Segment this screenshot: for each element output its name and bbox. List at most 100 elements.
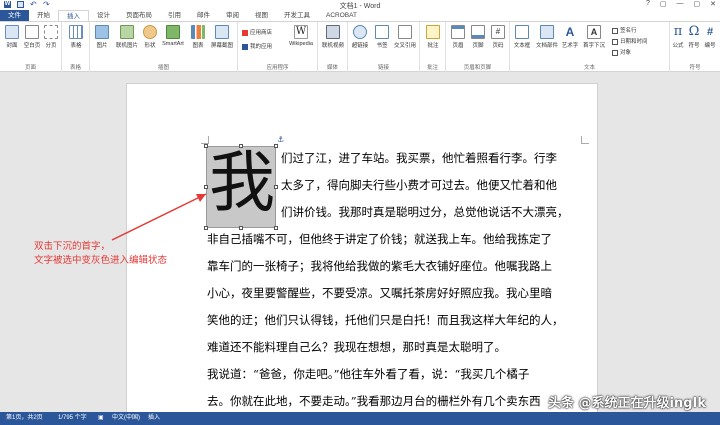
bookmark-button[interactable]: 书签 xyxy=(372,25,392,49)
signature-icon xyxy=(612,27,618,34)
tab-design[interactable]: 设计 xyxy=(89,10,118,21)
footer-icon xyxy=(471,25,485,39)
cover-page-button[interactable]: 封面 xyxy=(2,25,22,49)
video-icon xyxy=(326,25,340,39)
shapes-icon xyxy=(143,25,157,39)
object-button[interactable]: 对象 xyxy=(612,48,631,56)
drop-cap-button[interactable]: A 首字下沉 xyxy=(582,25,606,49)
equation-button[interactable]: π 公式 xyxy=(670,24,686,50)
textbox-button[interactable]: 文本框 xyxy=(512,25,532,49)
comment-button[interactable]: 批注 xyxy=(423,25,443,49)
page-number-icon: # xyxy=(491,25,505,39)
tab-mailings[interactable]: 邮件 xyxy=(189,10,218,21)
document-canvas[interactable]: 我 ⚓ 们过了江，进了车站。我买票，他忙着照看行李。行李 太多了，得向脚夫行些小… xyxy=(0,72,720,423)
group-tables: 表格 表格 xyxy=(62,22,90,72)
group-symbols: π 公式 Ω 符号 # 编号 符号 xyxy=(670,22,720,72)
signature-line-button[interactable]: 签名行 xyxy=(612,26,637,34)
group-comments: 批注 批注 xyxy=(420,22,446,72)
window-controls: ? ▢ — ▢ ✕ xyxy=(646,0,716,8)
tab-review[interactable]: 审阅 xyxy=(218,10,247,21)
quick-parts-icon xyxy=(540,25,554,39)
tab-references[interactable]: 引用 xyxy=(160,10,189,21)
tab-layout[interactable]: 页面布局 xyxy=(118,10,160,21)
pi-icon: π xyxy=(673,24,683,39)
wikipedia-icon: W xyxy=(294,25,308,39)
quick-parts-button[interactable]: 文档部件 xyxy=(534,25,560,49)
wordart-button[interactable]: A 艺术字 xyxy=(560,25,580,49)
cross-reference-icon xyxy=(398,25,412,39)
tab-view[interactable]: 视图 xyxy=(247,10,276,21)
annotation-line-2: 文字被选中变灰色进入编辑状态 xyxy=(34,255,168,266)
group-text: 文本框 文档部件 A 艺术字 A 首字下沉 签名行 日期和时间 对象 文本 xyxy=(510,22,670,72)
annotation-note: 双击下沉的首字， 文字被选中变灰色进入编辑状态 xyxy=(34,240,167,268)
picture-button[interactable]: 图片 xyxy=(92,25,112,49)
tab-insert[interactable]: 插入 xyxy=(58,10,89,21)
watermark: 头条 @系统正在升级ingIk xyxy=(547,396,706,411)
table-icon xyxy=(69,25,83,39)
omega-icon: Ω xyxy=(688,24,700,39)
help-button[interactable]: ? xyxy=(646,0,650,8)
proofing-icon[interactable]: ▣ xyxy=(98,412,104,425)
bookmark-icon xyxy=(375,25,389,39)
maximize-button[interactable]: ▢ xyxy=(694,0,701,8)
ribbon-insert: 封面 空白页 分页 页面 表格 表格 图片 联机图片 形状 SmartArt 图… xyxy=(0,21,720,72)
online-video-button[interactable]: 联机视频 xyxy=(320,25,346,49)
tab-file[interactable]: 文件 xyxy=(0,10,29,21)
online-picture-button[interactable]: 联机图片 xyxy=(114,25,140,49)
ribbon-display-button[interactable]: ▢ xyxy=(660,0,667,8)
screenshot-icon xyxy=(215,25,229,39)
group-apps: 应用商店 我的应用 W Wikipedia 应用程序 xyxy=(238,22,318,72)
shapes-button[interactable]: 形状 xyxy=(140,25,160,49)
header-icon xyxy=(451,25,465,39)
header-button[interactable]: 页眉 xyxy=(448,25,468,49)
page-number-button[interactable]: # 页码 xyxy=(488,25,508,49)
close-button[interactable]: ✕ xyxy=(710,0,716,8)
hyperlink-icon xyxy=(353,25,367,39)
minimize-button[interactable]: — xyxy=(677,0,684,8)
tab-acrobat[interactable]: ACROBAT xyxy=(318,10,365,21)
cross-reference-button[interactable]: 交叉引用 xyxy=(392,25,418,49)
hyperlink-button[interactable]: 超链接 xyxy=(350,25,370,49)
table-button[interactable]: 表格 xyxy=(66,25,86,49)
chart-icon xyxy=(191,25,205,39)
tab-developer[interactable]: 开发工具 xyxy=(276,10,318,21)
page-count[interactable]: 第1页，共2页 xyxy=(6,412,43,425)
group-links: 超链接 书签 交叉引用 链接 xyxy=(348,22,420,72)
number-icon: # xyxy=(706,26,714,38)
my-apps-icon xyxy=(242,43,248,50)
screenshot-button[interactable]: 屏幕截图 xyxy=(208,25,236,49)
group-header-footer: 页眉 页脚 # 页码 页眉和页脚 xyxy=(446,22,510,72)
ribbon-tabs: 文件 开始 插入 设计 页面布局 引用 邮件 审阅 视图 开发工具 ACROBA… xyxy=(0,10,720,21)
store-icon xyxy=(242,29,248,36)
smartart-icon xyxy=(166,25,180,39)
word-count[interactable]: 1/795 个字 xyxy=(58,412,87,425)
date-time-button[interactable]: 日期和时间 xyxy=(612,37,648,45)
tab-home[interactable]: 开始 xyxy=(29,10,58,21)
app-store-button[interactable]: 应用商店 xyxy=(242,28,272,36)
group-media: 联机视频 媒体 xyxy=(318,22,348,72)
picture-icon xyxy=(95,25,109,39)
blank-page-icon xyxy=(25,25,39,39)
page-break-icon xyxy=(44,25,58,39)
wikipedia-button[interactable]: W Wikipedia xyxy=(286,25,316,47)
footer-button[interactable]: 页脚 xyxy=(468,25,488,49)
page-break-button[interactable]: 分页 xyxy=(41,25,61,49)
chart-button[interactable]: 图表 xyxy=(188,25,208,49)
drop-cap-icon: A xyxy=(587,25,601,39)
insert-mode-indicator[interactable]: 插入 xyxy=(148,412,160,425)
blank-page-button[interactable]: 空白页 xyxy=(22,25,42,49)
my-apps-button[interactable]: 我的应用 xyxy=(242,42,272,50)
language-indicator[interactable]: 中文(中国) xyxy=(112,412,140,425)
cover-page-icon xyxy=(5,25,19,39)
symbol-button[interactable]: Ω 符号 xyxy=(686,24,702,50)
calendar-icon xyxy=(612,38,618,45)
title-bar: W ↶ ↷ 文档1 - Word ? ▢ — ▢ ✕ xyxy=(0,0,720,10)
smartart-button[interactable]: SmartArt xyxy=(160,25,186,47)
comment-icon xyxy=(426,25,440,39)
online-picture-icon xyxy=(120,25,134,39)
number-button[interactable]: # 编号 xyxy=(702,25,718,49)
wordart-icon: A xyxy=(565,25,575,39)
group-pages: 封面 空白页 分页 页面 xyxy=(0,22,62,72)
object-icon xyxy=(612,49,618,56)
status-bar: 第1页，共2页 1/795 个字 ▣ 中文(中国) 插入 xyxy=(0,412,720,425)
